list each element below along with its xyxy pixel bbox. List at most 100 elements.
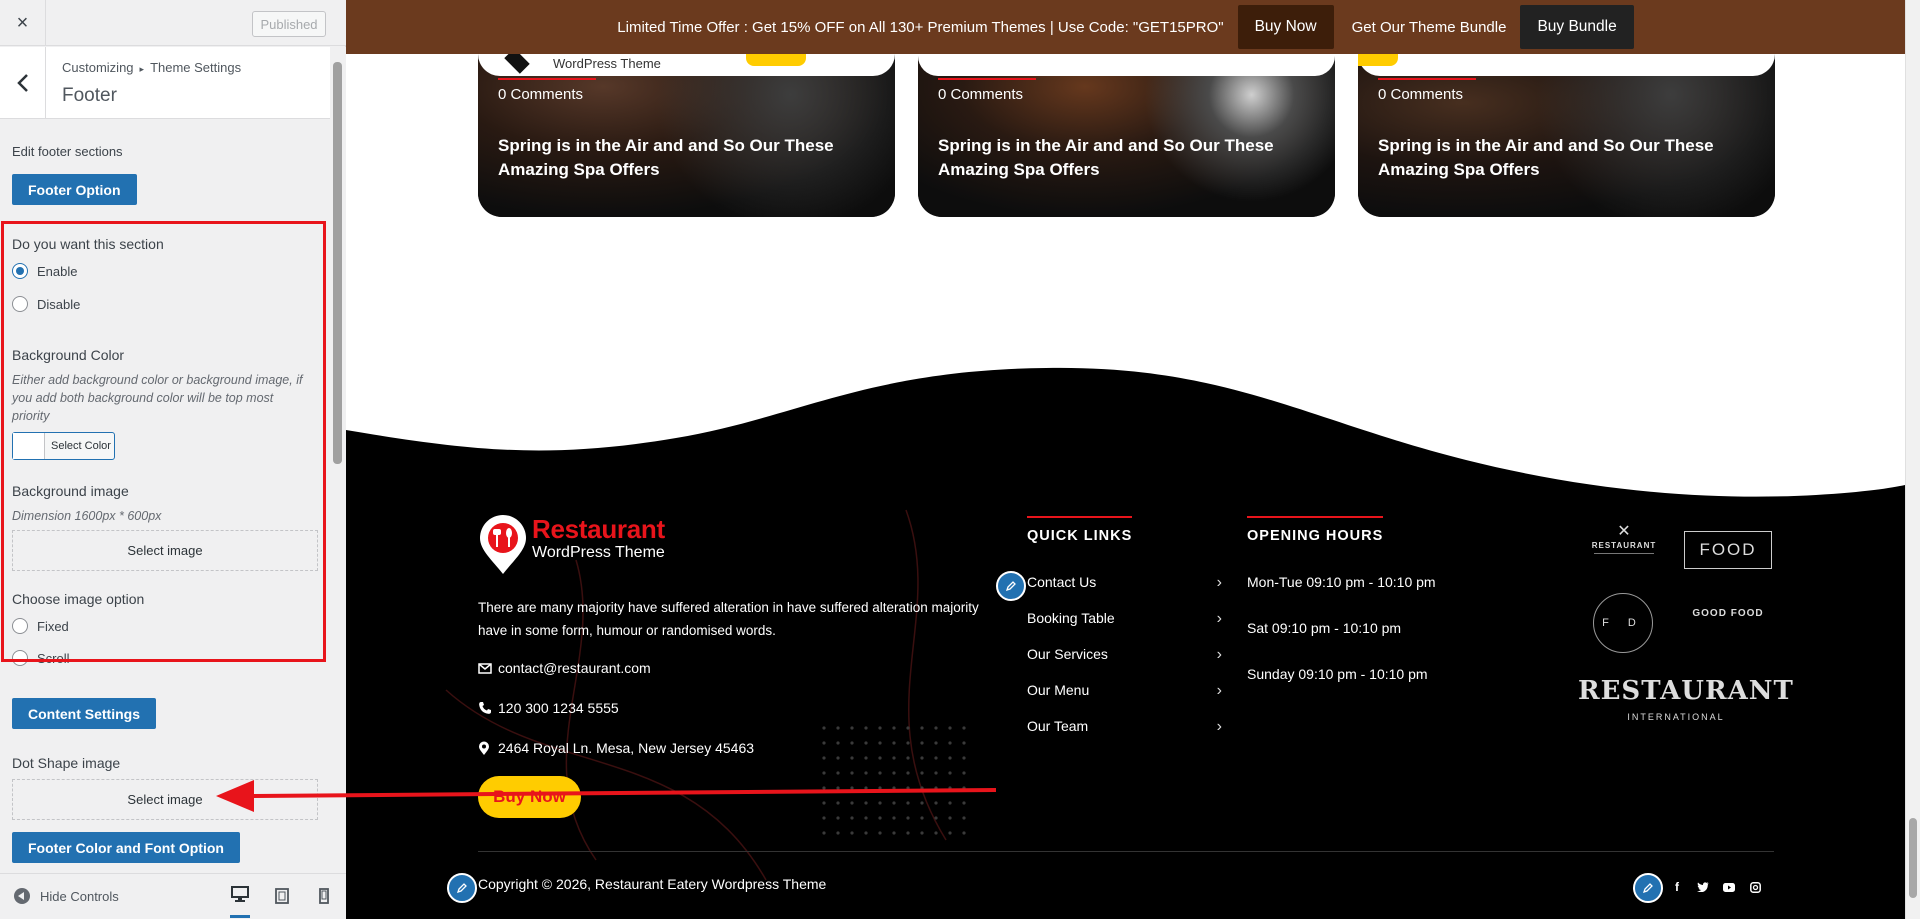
- preview-scrollbar-thumb[interactable]: [1909, 818, 1917, 898]
- blog-card[interactable]: 0 Comments Spring is in the Air and and …: [918, 54, 1335, 217]
- hide-controls-label: Hide Controls: [40, 888, 119, 904]
- footer-option-button[interactable]: Footer Option: [12, 174, 137, 205]
- edit-pencil-icon[interactable]: [1633, 873, 1663, 903]
- footer-logo[interactable]: Restaurant WordPress Theme: [478, 514, 665, 576]
- decorative-dot: [906, 771, 910, 775]
- card-comments[interactable]: 0 Comments: [938, 78, 1037, 105]
- quick-link-item[interactable]: Our Services ›: [1027, 646, 1222, 664]
- footer-email[interactable]: contact@restaurant.com: [478, 660, 651, 676]
- decorative-dot: [864, 816, 868, 820]
- customizer-header: × Published: [0, 0, 346, 46]
- close-icon[interactable]: ×: [0, 0, 46, 46]
- decorative-dot: [962, 831, 966, 835]
- select-color-button[interactable]: Select Color: [12, 432, 115, 460]
- customizer-footer: Hide Controls: [0, 873, 346, 919]
- breadcrumb-child: Theme Settings: [150, 60, 242, 75]
- decorative-dot: [962, 756, 966, 760]
- instagram-icon[interactable]: [1747, 879, 1763, 895]
- decorative-dot: [892, 771, 896, 775]
- quick-link-label: Contact Us: [1027, 574, 1097, 590]
- section-title: Footer: [62, 85, 117, 106]
- card-title[interactable]: Spring is in the Air and and So Our Thes…: [1378, 134, 1768, 182]
- restaurant-badge-small-text: RESTAURANT: [1591, 541, 1657, 550]
- facebook-icon[interactable]: f: [1669, 879, 1685, 895]
- preview-scrollbar[interactable]: [1905, 0, 1920, 919]
- decorative-dot: [822, 741, 826, 745]
- edit-pencil-icon[interactable]: [447, 873, 477, 903]
- opening-hours-item: Sunday 09:10 pm - 10:10 pm: [1247, 666, 1428, 682]
- blog-card[interactable]: 0 Comments Spring is in the Air and and …: [1358, 54, 1775, 217]
- decorative-dot: [948, 771, 952, 775]
- breadcrumb-parent: Customizing: [62, 60, 134, 75]
- disable-radio[interactable]: Disable: [12, 296, 80, 312]
- decorative-dot: [948, 726, 952, 730]
- card-comments[interactable]: 0 Comments: [1378, 78, 1477, 105]
- fixed-radio[interactable]: Fixed: [12, 618, 69, 634]
- footer-buy-now-button[interactable]: Buy Now: [478, 776, 581, 818]
- chevron-right-icon: ›: [1216, 574, 1222, 591]
- footer-color-font-button[interactable]: Footer Color and Font Option: [12, 832, 240, 863]
- enable-radio[interactable]: Enable: [12, 263, 77, 279]
- promo-text: Limited Time Offer : Get 15% OFF on All …: [617, 18, 1224, 36]
- decorative-dot: [920, 801, 924, 805]
- decorative-dot: [878, 756, 882, 760]
- mobile-icon[interactable]: [314, 886, 334, 906]
- select-dot-shape-image-button[interactable]: Select image: [12, 779, 318, 820]
- content-settings-button[interactable]: Content Settings: [12, 698, 156, 729]
- quick-link-item[interactable]: Our Menu ›: [1027, 682, 1222, 700]
- desktop-icon[interactable]: [230, 884, 250, 918]
- select-background-image-button[interactable]: Select image: [12, 530, 318, 571]
- decorative-dot: [836, 741, 840, 745]
- decorative-dot: [934, 726, 938, 730]
- decorative-dot: [906, 726, 910, 730]
- quick-link-label: Our Services: [1027, 646, 1108, 662]
- opening-hours-item: Mon-Tue 09:10 pm - 10:10 pm: [1247, 574, 1436, 590]
- decorative-dot: [850, 726, 854, 730]
- decorative-dot: [864, 801, 868, 805]
- decorative-dot: [934, 831, 938, 835]
- footer-address-text: 2464 Royal Ln. Mesa, New Jersey 45463: [498, 740, 755, 756]
- chevron-right-icon: ›: [1216, 646, 1222, 663]
- promo-bundle-link[interactable]: Get Our Theme Bundle: [1352, 19, 1507, 36]
- footer-address: 2464 Royal Ln. Mesa, New Jersey 45463: [478, 740, 754, 756]
- promo-buy-bundle-button[interactable]: Buy Bundle: [1520, 5, 1634, 49]
- footer-phone[interactable]: 120 300 1234 5555: [478, 700, 619, 716]
- card-title[interactable]: Spring is in the Air and and So Our Thes…: [938, 134, 1328, 182]
- envelope-icon: [478, 662, 494, 674]
- twitter-icon[interactable]: [1695, 879, 1711, 895]
- decorative-dot: [920, 786, 924, 790]
- quick-link-item[interactable]: Contact Us ›: [1027, 574, 1222, 592]
- hide-controls-button[interactable]: Hide Controls: [14, 888, 119, 904]
- header-remnant: WordPress Theme: [478, 54, 895, 76]
- scroll-radio[interactable]: Scroll: [12, 650, 70, 666]
- card-comments[interactable]: 0 Comments: [498, 78, 597, 105]
- decorative-dot: [906, 816, 910, 820]
- food-badge-text: FOOD: [1699, 540, 1757, 559]
- disable-radio-label: Disable: [37, 296, 81, 312]
- quick-link-item[interactable]: Our Team ›: [1027, 718, 1222, 736]
- back-icon[interactable]: [0, 47, 46, 119]
- tablet-icon[interactable]: [272, 886, 292, 906]
- panel-scrollbar-thumb[interactable]: [333, 62, 342, 464]
- publish-button[interactable]: Published: [252, 11, 326, 37]
- decorative-dot: [878, 741, 882, 745]
- decorative-dot: [948, 786, 952, 790]
- chevron-right-icon: ›: [1216, 718, 1222, 735]
- enable-radio-label: Enable: [37, 263, 78, 279]
- good-food-badge: GOOD FOOD: [1682, 608, 1774, 619]
- decorative-dot: [836, 726, 840, 730]
- food-badge: FOOD: [1684, 531, 1772, 569]
- location-pin-icon: [478, 741, 494, 756]
- quick-link-item[interactable]: Booking Table ›: [1027, 610, 1222, 628]
- decorative-dot: [962, 801, 966, 805]
- chevron-right-icon: ›: [1216, 682, 1222, 699]
- decorative-dot: [864, 771, 868, 775]
- fd-badge: F D: [1593, 593, 1653, 653]
- edit-pencil-icon[interactable]: [996, 571, 1026, 601]
- radio-unchecked-icon: [12, 618, 28, 634]
- decorative-dot: [962, 726, 966, 730]
- promo-buy-now-button[interactable]: Buy Now: [1237, 5, 1334, 49]
- card-title[interactable]: Spring is in the Air and and So Our Thes…: [498, 134, 888, 182]
- blog-card[interactable]: WordPress Theme 0 Comments Spring is in …: [478, 54, 895, 217]
- youtube-icon[interactable]: [1721, 879, 1737, 895]
